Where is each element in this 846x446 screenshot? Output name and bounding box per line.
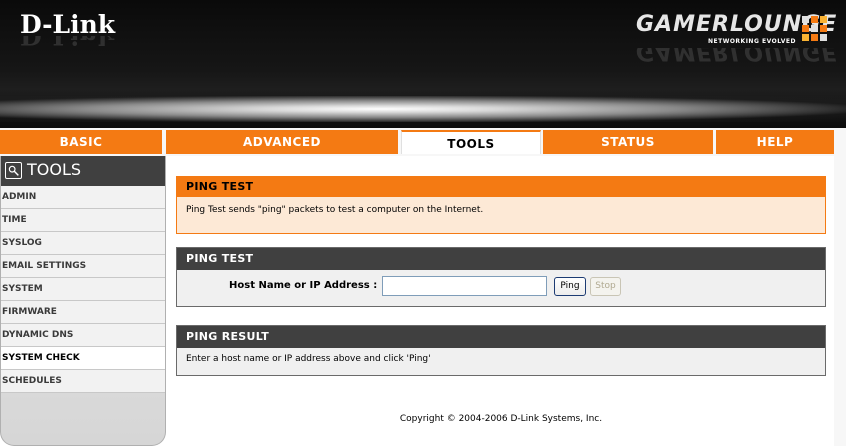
sidebar-item-system-check[interactable]: SYSTEM CHECK: [1, 347, 165, 370]
gamerlounge-mark-icon: [802, 16, 827, 41]
sidebar-menu: ADMIN TIME SYSLOG EMAIL SETTINGS SYSTEM …: [1, 186, 165, 393]
tab-help[interactable]: HELP: [716, 130, 834, 154]
intro-title: PING TEST: [177, 177, 825, 197]
gamerlounge-tagline: NETWORKING EVOLVED: [708, 38, 796, 45]
scrollbar[interactable]: [834, 128, 846, 446]
host-label: Host Name or IP Address :: [229, 280, 378, 291]
sidebar-item-dynamic-dns[interactable]: DYNAMIC DNS: [1, 324, 165, 347]
tab-basic[interactable]: BASIC: [0, 130, 162, 154]
sidebar-item-system[interactable]: SYSTEM: [1, 278, 165, 301]
sidebar-title: TOOLS: [27, 160, 82, 179]
router-admin-page: D-Link D-Link GAMERLOUNGE NETWORKING EVO…: [0, 0, 846, 446]
sidebar-item-time[interactable]: TIME: [1, 209, 165, 232]
main-nav: BASIC ADVANCED TOOLS STATUS HELP: [0, 128, 846, 156]
host-input[interactable]: [382, 276, 547, 296]
sidebar-item-admin[interactable]: ADMIN: [1, 186, 165, 209]
stop-button[interactable]: Stop: [590, 277, 621, 296]
banner: D-Link D-Link GAMERLOUNGE NETWORKING EVO…: [0, 0, 846, 128]
tab-tools[interactable]: TOOLS: [401, 130, 541, 154]
gamerlounge-logo-reflection: GAMERLOUNGE: [636, 48, 838, 64]
tab-status[interactable]: STATUS: [543, 130, 713, 154]
sidebar-item-syslog[interactable]: SYSLOG: [1, 232, 165, 255]
intro-description: Ping Test sends "ping" packets to test a…: [186, 205, 484, 215]
ping-test-panel: PING TEST Host Name or IP Address : Ping…: [176, 247, 826, 307]
ping-test-title: PING TEST: [177, 248, 825, 270]
sidebar-header: TOOLS: [1, 156, 165, 186]
sidebar: TOOLS ADMIN TIME SYSLOG EMAIL SETTINGS S…: [0, 156, 166, 446]
tab-advanced[interactable]: ADVANCED: [166, 130, 398, 154]
dlink-logo: D-Link: [20, 10, 116, 39]
wrench-icon: [5, 162, 22, 179]
banner-light-sweep: [0, 96, 846, 122]
main-content: PING TEST Ping Test sends "ping" packets…: [176, 156, 826, 446]
sidebar-item-firmware[interactable]: FIRMWARE: [1, 301, 165, 324]
ping-result-panel: PING RESULT Enter a host name or IP addr…: [176, 325, 826, 376]
ping-button[interactable]: Ping: [554, 277, 586, 296]
ping-result-title: PING RESULT: [177, 326, 825, 348]
intro-panel: PING TEST Ping Test sends "ping" packets…: [176, 176, 826, 234]
sidebar-item-email-settings[interactable]: EMAIL SETTINGS: [1, 255, 165, 278]
dlink-logo-reflection: D-Link: [20, 36, 115, 50]
copyright: Copyright © 2004-2006 D-Link Systems, In…: [399, 414, 603, 424]
sidebar-item-schedules[interactable]: SCHEDULES: [1, 370, 165, 393]
ping-test-body: Host Name or IP Address : Ping Stop: [177, 270, 825, 306]
ping-result-message: Enter a host name or IP address above an…: [186, 354, 431, 364]
